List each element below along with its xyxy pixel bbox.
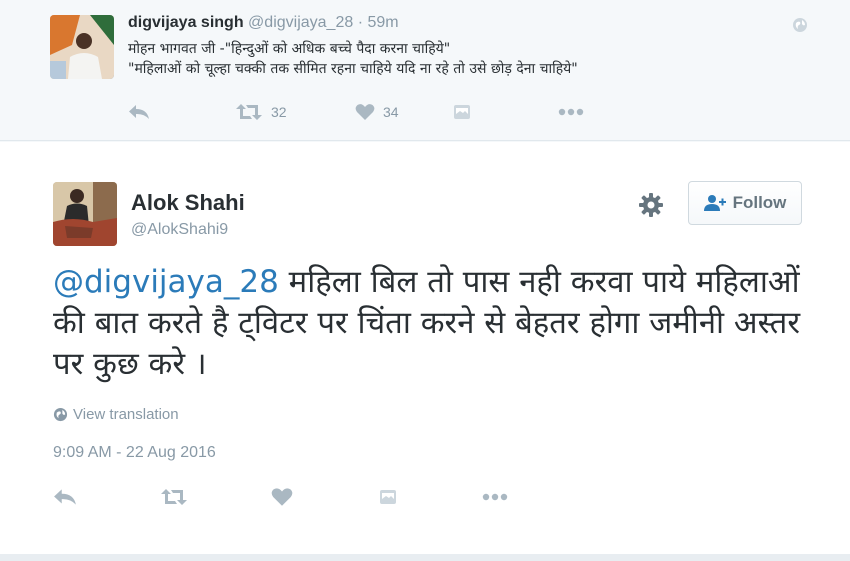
more-icon [558,108,584,116]
parent-line-2: "महिलाओं को चूल्हा चक्की तक सीमित रहना च… [128,61,578,77]
parent-tweet[interactable]: digvijaya singh @digvijaya_28 · 59m मोहन… [0,0,850,141]
dm-button[interactable] [379,489,482,505]
parent-avatar[interactable] [50,15,114,79]
retweet-button[interactable] [160,488,271,506]
tweet-text: @digvijaya_28 महिला बिल तो पास नही करवा … [53,262,813,385]
dm-icon [380,490,396,504]
view-translation-link[interactable]: View translation [53,406,179,423]
main-fullname[interactable]: Alok Shahi [131,190,245,216]
parent-more-button[interactable] [558,108,584,116]
parent-line-1: मोहन भागवत जी -"हिन्दुओं को अधिक बच्चे प… [128,41,451,57]
bottom-divider [0,554,850,561]
globe-icon [793,18,807,32]
reply-icon [129,105,149,119]
like-icon [355,104,375,120]
follow-button[interactable]: Follow [688,181,802,225]
parent-like-button[interactable]: 34 [355,103,453,121]
main-tweet: Alok Shahi @AlokShahi9 Follow @digvijaya… [0,142,850,554]
follow-person-icon [703,195,726,211]
more-button[interactable] [482,493,508,501]
avatar-image [50,15,114,79]
gear-icon[interactable] [638,192,664,218]
view-translation-label: View translation [73,406,179,423]
retweet-icon [236,104,262,120]
tweet-timestamp[interactable]: 9:09 AM - 22 Aug 2016 [53,444,216,462]
main-action-bar [53,485,508,509]
avatar-image [53,182,117,246]
parent-fullname[interactable]: digvijaya singh [128,14,244,31]
parent-handle[interactable]: @digvijaya_28 [248,14,353,31]
parent-header: digvijaya singh @digvijaya_28 · 59m [128,14,399,32]
retweet-count: 32 [271,104,287,120]
dm-icon [454,105,470,119]
globe-icon [53,407,68,422]
parent-retweet-button[interactable]: 32 [235,103,355,121]
retweet-icon [161,489,187,505]
separator-dot: · [357,14,364,31]
parent-action-bar: 32 34 [128,101,584,123]
parent-time[interactable]: 59m [367,14,398,31]
mention-link[interactable]: @digvijaya_28 [53,264,279,300]
parent-tweet-text: मोहन भागवत जी -"हिन्दुओं को अधिक बच्चे प… [128,39,828,79]
reply-button[interactable] [53,488,160,506]
like-button[interactable] [271,487,379,507]
parent-dm-button[interactable] [453,104,558,120]
like-count: 34 [383,104,399,120]
like-icon [271,488,293,506]
follow-button-label: Follow [732,193,787,212]
more-icon [482,493,508,501]
main-avatar[interactable] [53,182,117,246]
main-handle[interactable]: @AlokShahi9 [131,221,228,239]
parent-reply-button[interactable] [128,104,235,120]
reply-icon [54,489,76,505]
